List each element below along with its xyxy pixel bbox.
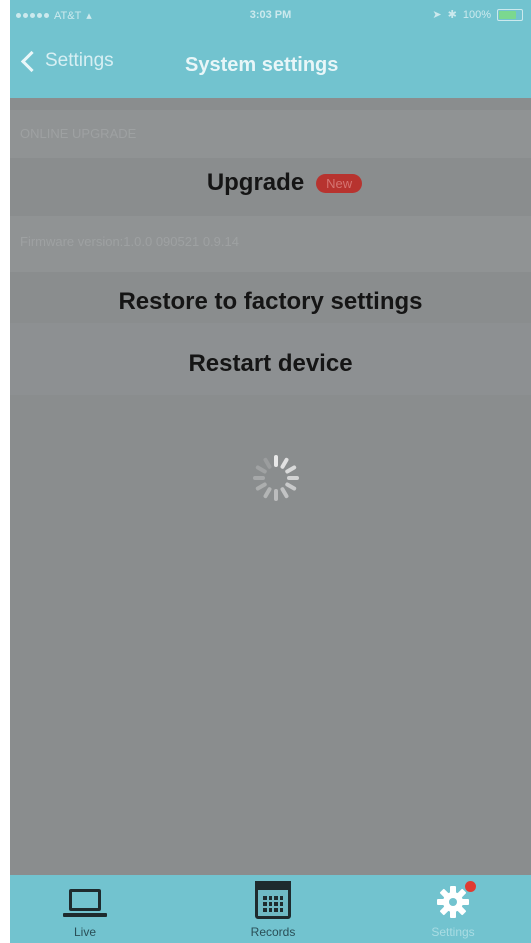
back-button[interactable]: Settings bbox=[18, 50, 114, 72]
bluetooth-icon: ✱ bbox=[447, 9, 457, 21]
app-frame: AT&T ▴ 3:03 PM ➤ ✱ 100% Settings System … bbox=[10, 0, 531, 943]
restore-factory-option[interactable]: Restore to factory settings bbox=[10, 288, 531, 316]
tab-bar: Live Records Settings bbox=[10, 875, 531, 943]
location-icon: ➤ bbox=[432, 9, 442, 21]
tab-settings-label: Settings bbox=[431, 925, 475, 939]
loading-spinner-icon bbox=[252, 453, 302, 503]
status-right: ➤ ✱ 100% bbox=[432, 8, 523, 21]
dimmed-content: ONLINE UPGRADE Firmware version:1.0.0 09… bbox=[10, 98, 531, 875]
tab-live-label: Live bbox=[73, 925, 96, 939]
online-upgrade-text: ONLINE UPGRADE bbox=[20, 126, 137, 141]
left-gutter bbox=[0, 0, 10, 943]
navigation-bar: Settings System settings bbox=[10, 36, 531, 98]
app-screen: AT&T ▴ 3:03 PM ➤ ✱ 100% Settings System … bbox=[0, 0, 531, 943]
back-label: Settings bbox=[45, 50, 114, 71]
battery-icon bbox=[497, 8, 523, 21]
upgrade-option[interactable]: Upgrade New bbox=[10, 169, 531, 197]
tab-records-label: Records bbox=[250, 925, 296, 939]
new-badge: New bbox=[316, 173, 363, 193]
battery-label: 100% bbox=[462, 8, 491, 21]
online-upgrade-row: ONLINE UPGRADE bbox=[10, 110, 531, 158]
firmware-row: Firmware version:1.0.0 090521 0.9.14 bbox=[10, 216, 531, 272]
tab-live[interactable]: Live bbox=[30, 881, 140, 939]
notification-dot bbox=[465, 881, 476, 892]
chevron-left-icon bbox=[20, 50, 43, 72]
page-title: System settings bbox=[185, 54, 339, 76]
restart-device-option[interactable]: Restart device bbox=[10, 350, 531, 378]
firmware-text: Firmware version:1.0.0 090521 0.9.14 bbox=[20, 234, 239, 249]
gear-icon bbox=[436, 881, 476, 919]
calendar-icon bbox=[255, 881, 291, 919]
tab-records[interactable]: Records bbox=[218, 881, 328, 939]
status-bar: AT&T ▴ 3:03 PM ➤ ✱ 100% bbox=[10, 0, 531, 36]
tab-settings[interactable]: Settings bbox=[398, 881, 508, 939]
laptop-icon bbox=[63, 889, 107, 917]
upgrade-label: Upgrade bbox=[206, 169, 305, 196]
